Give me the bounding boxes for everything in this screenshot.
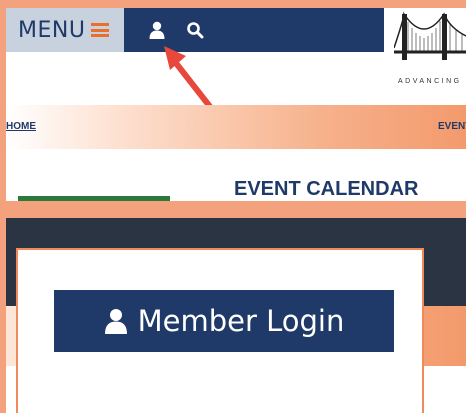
menu-label: MENU — [18, 17, 86, 43]
breadcrumb — [6, 105, 466, 149]
search-icon[interactable] — [186, 21, 204, 39]
breadcrumb-current: EVENT — [438, 121, 466, 132]
member-login-button[interactable]: Member Login — [54, 290, 394, 352]
login-card: Member Login — [16, 248, 424, 413]
user-icon[interactable] — [148, 21, 166, 39]
menu-button[interactable]: MENU — [6, 8, 124, 52]
bridge-icon — [393, 8, 466, 66]
member-login-label: Member Login — [137, 304, 345, 338]
user-icon — [104, 309, 127, 334]
breadcrumb-home-link[interactable]: HOME — [6, 121, 36, 132]
sidebar-accent-bar — [18, 196, 170, 201]
login-panel: Member Login — [6, 218, 466, 413]
logo-tagline: ADVANCING — [398, 78, 462, 85]
site-header-panel: MENU ADVANCING HOME EVEN EVENT CALENDAR — [6, 8, 466, 201]
page-title: EVENT CALENDAR — [234, 178, 419, 200]
hamburger-icon — [91, 23, 110, 37]
